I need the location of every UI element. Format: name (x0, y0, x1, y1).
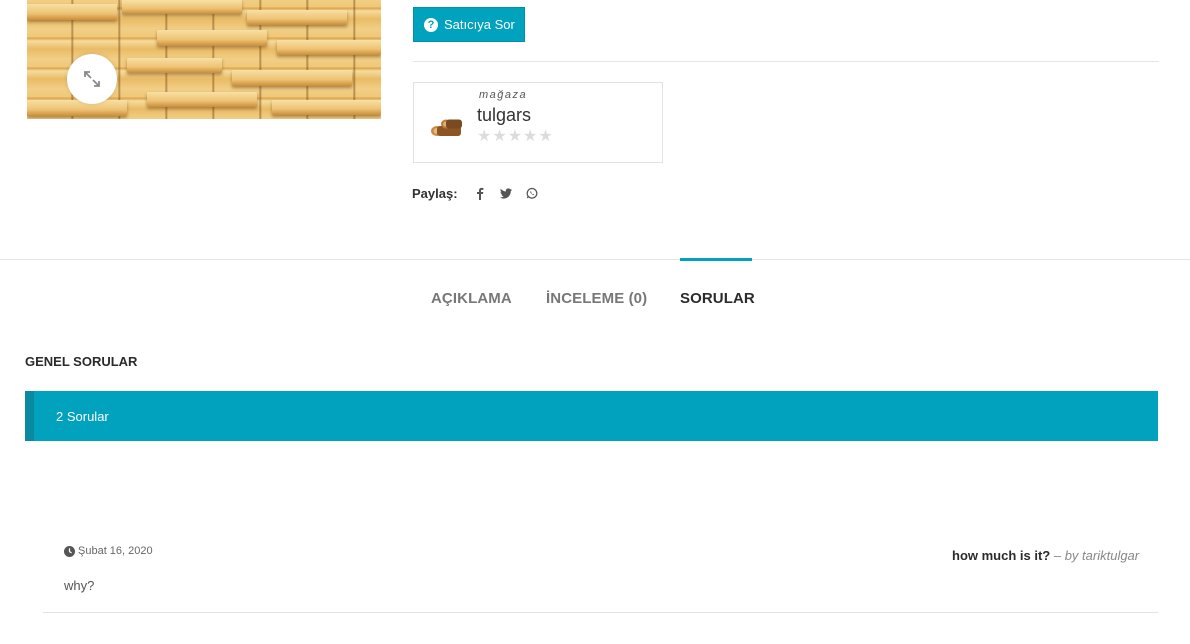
star-icon: ★ (538, 128, 553, 145)
zoom-button[interactable] (67, 54, 117, 104)
store-rating: ★ ★ ★ ★ ★ (477, 128, 553, 146)
question-text[interactable]: how much is it? (952, 548, 1050, 563)
tab-questions[interactable]: SORULAR (680, 290, 755, 307)
expand-icon (84, 71, 100, 87)
store-name[interactable]: tulgars (477, 105, 531, 126)
questions-count-label: 2 Sorular (56, 408, 109, 424)
product-image[interactable] (27, 0, 381, 119)
share-label: Paylaş: (412, 186, 458, 201)
section-title: GENEL SORULAR (25, 354, 138, 369)
firewood-logo (431, 119, 462, 136)
star-icon: ★ (477, 128, 492, 145)
ask-seller-button[interactable]: ? Satıcıya Sor (413, 7, 525, 42)
store-card[interactable]: mağaza tulgars ★ ★ ★ ★ ★ (413, 82, 663, 163)
tabs-divider (0, 259, 1190, 260)
answer-text: why? (64, 578, 95, 593)
questions-count-bar[interactable]: 2 Sorular (25, 391, 1158, 441)
product-page: ? Satıcıya Sor mağaza tulgars ★ ★ ★ ★ ★ … (0, 0, 1190, 644)
star-icon: ★ (507, 128, 523, 145)
question-author: – by tariktulgar (1053, 548, 1140, 563)
tab-reviews[interactable]: İNCELEME (0) (546, 290, 647, 307)
question-date-text: Şubat 16, 2020 (78, 545, 153, 557)
divider (43, 612, 1158, 613)
question-item: how much is it? – by tariktulgar (952, 548, 1139, 563)
active-tab-indicator (680, 258, 752, 261)
store-label: mağaza (479, 89, 528, 101)
star-icon: ★ (523, 128, 538, 145)
ask-seller-label: Satıcıya Sor (444, 17, 515, 32)
twitter-icon[interactable] (499, 187, 512, 201)
star-icon: ★ (492, 128, 507, 145)
whatsapp-icon[interactable] (526, 187, 538, 201)
tab-description[interactable]: AÇIKLAMA (431, 290, 512, 307)
question-circle-icon: ? (424, 17, 438, 32)
facebook-icon[interactable] (474, 187, 486, 201)
question-date: Şubat 16, 2020 (64, 545, 153, 557)
clock-icon (64, 545, 75, 557)
divider (413, 61, 1159, 62)
share-row: Paylaş: (412, 186, 538, 201)
